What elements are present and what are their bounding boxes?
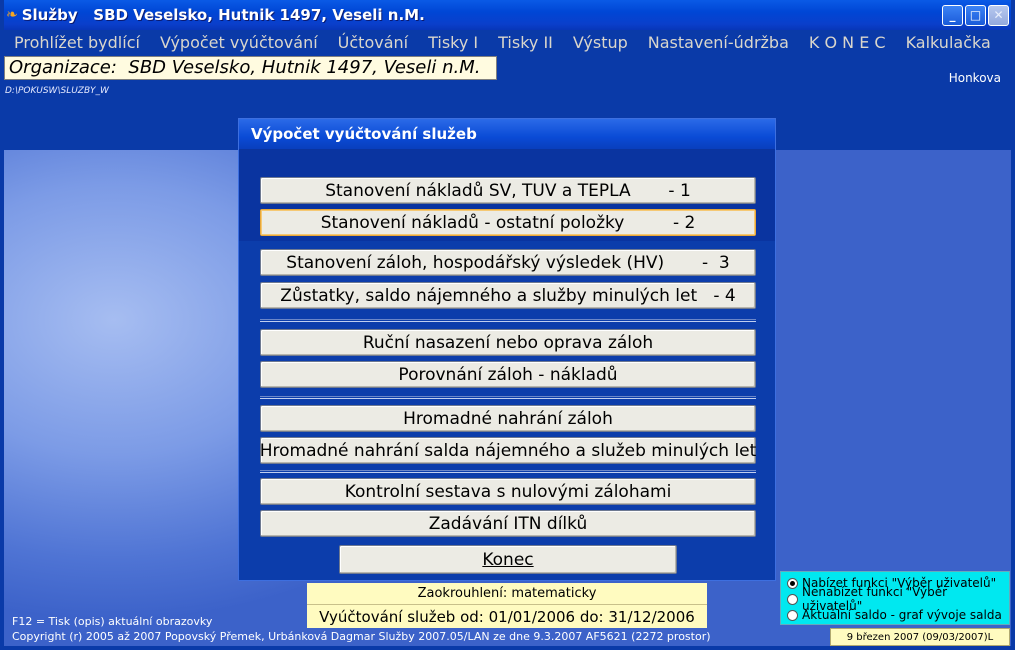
radio-button[interactable] <box>787 609 798 621</box>
calculation-dialog: Výpočet vyúčtování služeb Stanovení nákl… <box>238 118 776 581</box>
bulk-load-advances-button[interactable]: Hromadné nahrání záloh <box>260 405 756 432</box>
end-button[interactable]: Konec <box>339 545 677 574</box>
option-balance-graph[interactable]: Aktuální saldo - graf vývoje salda <box>787 607 1003 623</box>
menu-tisky-1[interactable]: Tisky I <box>428 33 478 52</box>
menu-prohlizet-bydlici[interactable]: Prohlížet bydlící <box>14 33 140 52</box>
rounding-info: Zaokrouhlení: matematicky <box>307 583 707 604</box>
option-label: Aktuální saldo - graf vývoje salda <box>802 608 1002 622</box>
data-path: D:\POKUSW\SLUZBY_W <box>5 86 109 96</box>
separator <box>260 396 756 399</box>
copyright-text: Copyright (r) 2005 až 2007 Popovský Přem… <box>12 630 711 643</box>
control-report-zero-advances-button[interactable]: Kontrolní sestava s nulovými zálohami <box>260 478 756 505</box>
maximize-button[interactable]: □ <box>965 5 986 26</box>
manual-advances-button[interactable]: Ruční nasazení nebo oprava záloh <box>260 329 756 356</box>
menu-vystup[interactable]: Výstup <box>573 33 628 52</box>
menu-tisky-2[interactable]: Tisky II <box>498 33 553 52</box>
billing-period: Vyúčtování služeb od: 01/01/2006 do: 31/… <box>307 604 707 628</box>
window-frame-left <box>0 0 4 650</box>
menu-vypocet-vyuctovani[interactable]: Výpočet vyúčtování <box>160 33 318 52</box>
end-button-label: Konec <box>482 549 534 570</box>
dialog-title: Výpočet vyúčtování služeb <box>239 119 775 149</box>
user-name: Honkova <box>948 71 1001 85</box>
separator <box>260 470 756 473</box>
options-panel: Nabízet funkci "Výběr uživatelů" Nenabíz… <box>780 571 1010 625</box>
separator <box>260 319 756 322</box>
radio-button[interactable] <box>787 593 798 605</box>
costs-sv-tuv-heat-button[interactable]: Stanovení nákladů SV, TUV a TEPLA - 1 <box>260 177 756 204</box>
window-title-bar[interactable]: ❧ Služby SBD Veselsko, Hutnik 1497, Vese… <box>0 0 1015 30</box>
advances-hv-button[interactable]: Stanovení záloh, hospodářský výsledek (H… <box>260 249 756 276</box>
window-title: Služby SBD Veselsko, Hutnik 1497, Veseli… <box>21 6 425 24</box>
menu-nastaveni-udrzba[interactable]: Nastavení-údržba <box>648 33 789 52</box>
window-frame-right <box>1011 0 1015 650</box>
menu-konec[interactable]: K O N E C <box>809 33 886 52</box>
menu-kalkulacka[interactable]: Kalkulačka <box>906 33 991 52</box>
f12-hint: F12 = Tisk (opis) aktuální obrazovky <box>12 615 213 628</box>
menu-bar: Prohlížet bydlící Výpočet vyúčtování Účt… <box>4 30 1011 54</box>
balances-previous-years-button[interactable]: Zůstatky, saldo nájemného a služby minul… <box>260 282 756 309</box>
minimize-button[interactable]: _ <box>942 5 963 26</box>
option-no-user-selection[interactable]: Nenabízet funkci "Výběr uživatelů" <box>787 585 1003 613</box>
bulk-load-balances-button[interactable]: Hromadné nahrání salda nájemného a služe… <box>260 437 756 464</box>
compare-advances-costs-button[interactable]: Porovnání záloh - nákladů <box>260 361 756 388</box>
window-controls: _ □ ✕ <box>942 5 1009 26</box>
menu-uctovani[interactable]: Účtování <box>338 33 408 52</box>
itn-entry-button[interactable]: Zadávání ITN dílků <box>260 510 756 537</box>
close-button[interactable]: ✕ <box>988 5 1009 26</box>
current-date: 9 březen 2007 (09/03/2007)L <box>830 628 1010 646</box>
butterfly-icon: ❧ <box>6 7 18 23</box>
radio-button[interactable] <box>787 577 798 589</box>
organization-label: Organizace: SBD Veselsko, Hutnik 1497, V… <box>4 56 497 80</box>
costs-other-items-button[interactable]: Stanovení nákladů - ostatní položky - 2 <box>260 209 756 236</box>
